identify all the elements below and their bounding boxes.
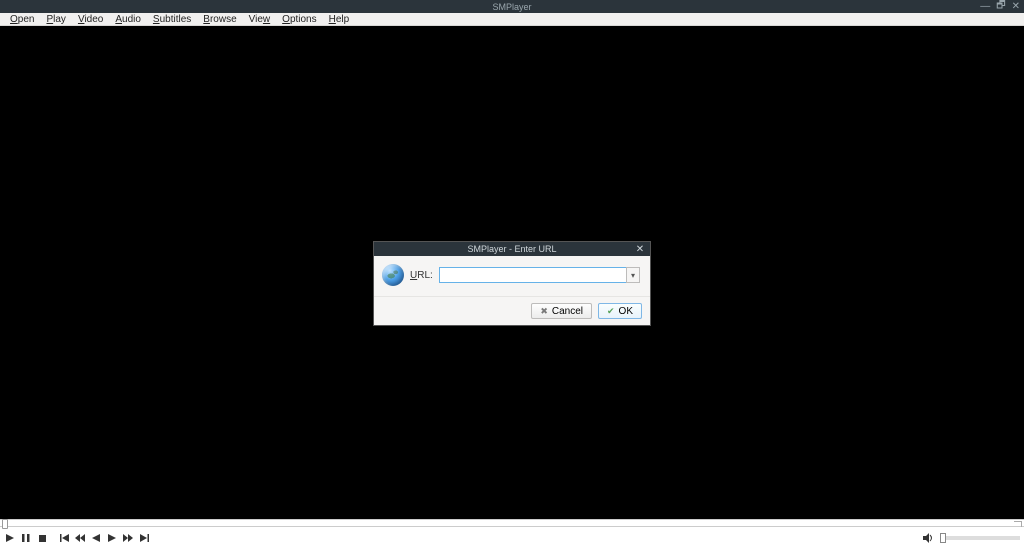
menu-view[interactable]: View [243, 14, 277, 25]
close-icon[interactable]: ✕ [1012, 1, 1020, 12]
url-field-wrapper: ▾ [439, 267, 640, 283]
window-titlebar: SMPlayer — 🗗 ✕ [0, 0, 1024, 13]
play-icon [6, 534, 14, 542]
minimize-icon[interactable]: — [980, 1, 990, 12]
volume-thumb[interactable] [940, 533, 946, 543]
ok-button[interactable]: ✔ OK [598, 303, 642, 319]
skip-back-icon [60, 534, 69, 542]
seek-group [58, 532, 150, 544]
control-bar [0, 527, 1024, 549]
cancel-button[interactable]: ✖ Cancel [531, 303, 592, 319]
dialog-titlebar: SMPlayer - Enter URL ✕ [374, 242, 650, 256]
enter-url-dialog: SMPlayer - Enter URL ✕ URL: ▾ ✖ Cancel ✔… [373, 241, 651, 326]
speaker-icon [923, 533, 933, 543]
menu-subtitles[interactable]: Subtitles [147, 14, 197, 25]
rewind-icon [75, 534, 85, 542]
skip-forward-button[interactable] [138, 532, 150, 544]
dialog-title: SMPlayer - Enter URL [467, 244, 556, 254]
ok-icon: ✔ [607, 306, 615, 317]
step-forward-button[interactable] [106, 532, 118, 544]
menu-help[interactable]: Help [323, 14, 356, 25]
skip-back-button[interactable] [58, 532, 70, 544]
step-back-button[interactable] [90, 532, 102, 544]
menubar: Open Play Video Audio Subtitles Browse V… [0, 13, 1024, 26]
window-controls: — 🗗 ✕ [980, 0, 1020, 13]
fast-forward-icon [123, 534, 133, 542]
fast-forward-button[interactable] [122, 532, 134, 544]
dialog-close-icon[interactable]: ✕ [633, 242, 647, 256]
seek-handle[interactable] [2, 519, 8, 529]
video-area: SMPlayer - Enter URL ✕ URL: ▾ ✖ Cancel ✔… [0, 26, 1024, 519]
dialog-button-row: ✖ Cancel ✔ OK [374, 297, 650, 325]
menu-video[interactable]: Video [72, 14, 109, 25]
globe-icon [382, 264, 404, 286]
menu-options[interactable]: Options [276, 14, 322, 25]
window-title: SMPlayer [492, 2, 531, 12]
url-dropdown-icon[interactable]: ▾ [626, 267, 640, 283]
cancel-label: Cancel [552, 306, 583, 317]
seek-bar[interactable] [0, 519, 1024, 527]
stop-button[interactable] [36, 532, 48, 544]
ok-label: OK [619, 306, 633, 317]
menu-audio[interactable]: Audio [109, 14, 147, 25]
stop-icon [39, 535, 46, 542]
dialog-body: URL: ▾ [374, 256, 650, 297]
maximize-icon[interactable]: 🗗 [996, 0, 1005, 15]
rewind-button[interactable] [74, 532, 86, 544]
url-label: URL: [410, 270, 433, 281]
step-back-icon [92, 534, 100, 542]
volume-slider[interactable] [940, 536, 1020, 540]
menu-open[interactable]: Open [4, 14, 40, 25]
seek-track-end [1014, 521, 1022, 527]
skip-forward-icon [140, 534, 149, 542]
pause-button[interactable] [20, 532, 32, 544]
step-forward-icon [108, 534, 116, 542]
url-input[interactable] [439, 267, 626, 283]
menu-play[interactable]: Play [40, 14, 71, 25]
pause-icon [22, 534, 30, 542]
mute-button[interactable] [922, 532, 934, 544]
volume-group [922, 532, 1020, 544]
play-button[interactable] [4, 532, 16, 544]
menu-browse[interactable]: Browse [197, 14, 242, 25]
cancel-icon: ✖ [540, 306, 548, 317]
playback-group [4, 532, 48, 544]
